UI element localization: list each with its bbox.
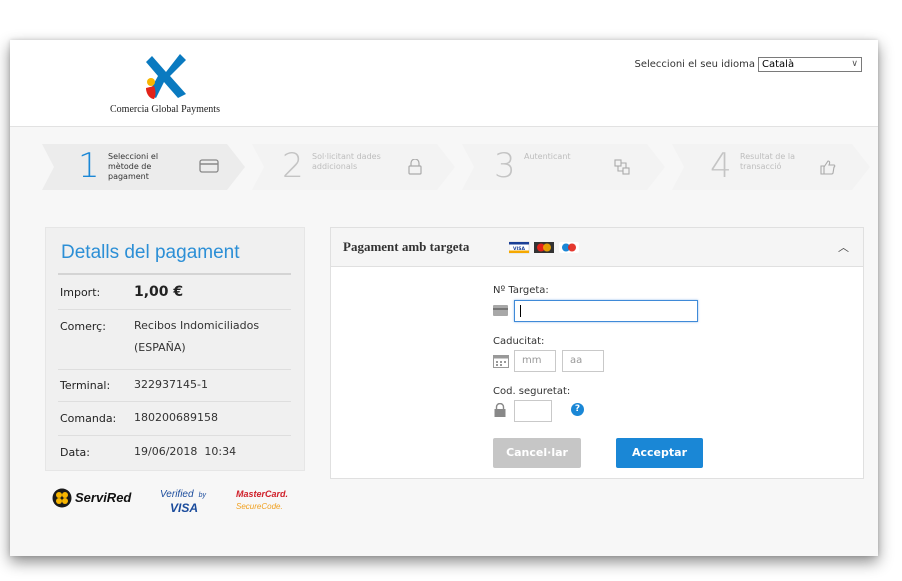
- mastercard-securecode-logo: MasterCard. SecureCode.: [236, 487, 296, 512]
- language-selector: Seleccioni el seu idioma Català ∨: [634, 57, 862, 72]
- lock-icon: [408, 159, 422, 175]
- step-label: Autenticant: [524, 152, 571, 161]
- detail-value: 1,00 €: [134, 284, 184, 300]
- step-number: 4: [710, 146, 732, 186]
- detail-value: Recibos Indomiciliados (ESPAÑA): [134, 319, 260, 354]
- detail-value: 322937145-1: [134, 378, 208, 391]
- mastercard-text: MasterCard.: [236, 489, 289, 499]
- detail-key: Terminal:: [60, 379, 111, 392]
- step-number: 1: [78, 146, 100, 186]
- card-number-input[interactable]: [514, 300, 698, 322]
- expiry-month-input[interactable]: mm: [514, 350, 556, 372]
- network-icon: [614, 159, 630, 175]
- step-number: 2: [282, 146, 304, 186]
- chevron-down-icon: ∨: [851, 59, 858, 69]
- detail-key: Data:: [60, 446, 90, 459]
- svg-text:VISA: VISA: [513, 246, 525, 252]
- step-4: 4 Resultat de la transacció: [672, 144, 872, 190]
- accept-button[interactable]: Acceptar: [616, 438, 703, 468]
- detail-value: 180200689158: [134, 411, 218, 424]
- visa-text: VISA: [170, 501, 199, 515]
- cvv-label: Cod. seguretat:: [493, 386, 571, 397]
- detail-row-merchant: Comerç: Recibos Indomiciliados (ESPAÑA): [58, 309, 291, 370]
- servired-logo-icon: [52, 488, 72, 508]
- cancel-button[interactable]: Cancel·lar: [493, 438, 581, 468]
- card-payment-title: Pagament amb targeta: [343, 239, 470, 254]
- card-payment-header[interactable]: Pagament amb targeta VISA ︿: [331, 228, 863, 267]
- caixabank-logo: Comercia Global Payments: [90, 52, 240, 118]
- logo-caption: Comercia Global Payments: [110, 104, 220, 115]
- detail-row-terminal: Terminal: 322937145-1: [58, 369, 291, 402]
- language-selected: Català: [762, 59, 795, 70]
- expiry-year-input[interactable]: aa: [562, 350, 604, 372]
- card-payment-panel: Pagament amb targeta VISA ︿ Nº Targeta:: [330, 227, 864, 479]
- servired-text: ServiRed: [75, 490, 132, 505]
- step-2: 2 Sol·licitant dades addicionals: [252, 144, 457, 190]
- cvv-input[interactable]: [514, 400, 552, 422]
- detail-row-date: Data: 19/06/2018 10:34: [58, 435, 291, 468]
- thumbs-up-icon: [820, 160, 836, 175]
- securecode-text: SecureCode.: [236, 502, 283, 511]
- detail-key: Import:: [60, 286, 101, 299]
- detail-key: Comerç:: [60, 320, 106, 333]
- detail-row-order: Comanda: 180200689158: [58, 401, 291, 436]
- detail-key: Comanda:: [60, 412, 117, 425]
- star-logo-icon: [146, 54, 186, 99]
- expiry-label: Caducitat:: [493, 336, 545, 347]
- card-brands-icon: VISA: [509, 241, 579, 254]
- month-placeholder: mm: [522, 355, 542, 366]
- detail-value: 19/06/2018 10:34: [134, 445, 237, 458]
- step-1: 1 Seleccioni el mètode de pagament: [42, 144, 247, 190]
- calendar-icon: [493, 355, 509, 368]
- progress-steps: 1 Seleccioni el mètode de pagament 2 Sol…: [42, 144, 872, 190]
- card-icon: [199, 159, 219, 173]
- cvv-help-icon[interactable]: ?: [571, 403, 584, 416]
- step-label: Resultat de la transacció: [740, 152, 795, 171]
- lock-icon: [494, 403, 506, 417]
- card-number-label: Nº Targeta:: [493, 285, 549, 296]
- text-caret: [520, 305, 521, 317]
- payment-details-panel: Detalls del pagament Import: 1,00 € Come…: [45, 227, 305, 471]
- verified-by-visa-logo: Verified by VISA: [160, 486, 208, 514]
- language-label: Seleccioni el seu idioma: [634, 59, 756, 70]
- card-icon: [493, 305, 508, 316]
- detail-row-amount: Import: 1,00 €: [58, 275, 291, 310]
- step-label: Seleccioni el mètode de pagament: [108, 152, 159, 181]
- year-placeholder: aa: [570, 355, 583, 366]
- payment-page: Comercia Global Payments Seleccioni el s…: [10, 40, 878, 556]
- step-3: 3 Autenticant: [462, 144, 667, 190]
- details-title: Detalls del pagament: [61, 242, 240, 263]
- step-label: Sol·licitant dades addicionals: [312, 152, 381, 171]
- language-select[interactable]: Català ∨: [758, 57, 862, 72]
- step-number: 3: [494, 146, 516, 186]
- security-brands: ServiRed Verified by VISA MasterCard. Se…: [52, 486, 302, 514]
- page-header: Comercia Global Payments Seleccioni el s…: [10, 40, 878, 127]
- by-text: by: [198, 492, 207, 499]
- verified-text: Verified: [160, 489, 194, 500]
- collapse-icon[interactable]: ︿: [838, 239, 849, 255]
